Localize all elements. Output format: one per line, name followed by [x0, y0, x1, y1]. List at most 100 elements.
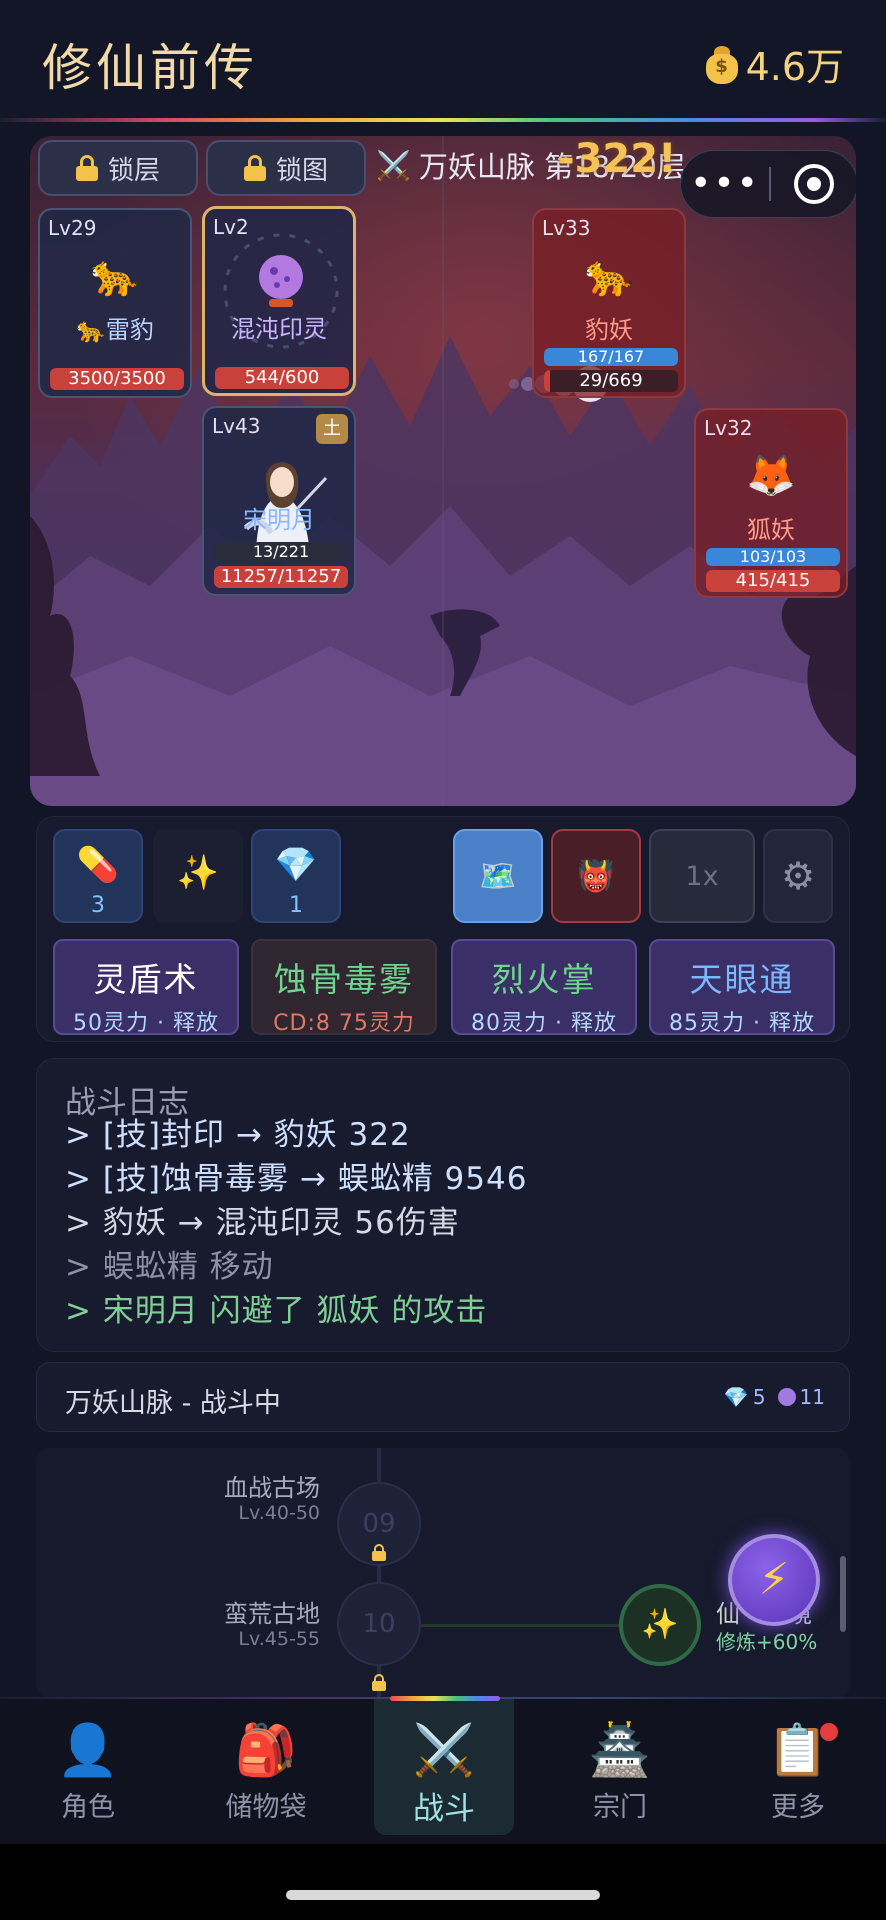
backpack-icon: 🎒	[234, 1721, 298, 1779]
unit-level: Lv32	[704, 416, 753, 440]
region-status: 万妖山脉 - 战斗中	[65, 1388, 281, 1419]
gem-count: 5	[752, 1385, 766, 1409]
hp-bar: 11257/11257	[214, 566, 348, 588]
unit-card-ally-selected[interactable]: Lv2 混沌印灵 544/600	[202, 206, 356, 396]
home-indicator[interactable]	[286, 1890, 600, 1900]
unit-name: 狐妖	[747, 516, 795, 544]
hp-bar: 3500/3500	[50, 368, 184, 390]
quick-action-button[interactable]: ⚡	[728, 1534, 820, 1626]
app-header: 修仙前传 $ 4.6万	[0, 0, 886, 118]
crossed-swords-icon: ⚔️	[376, 148, 411, 182]
cultivation-bonus: 修炼+60%	[716, 1630, 818, 1654]
unit-name: 豹妖	[585, 316, 633, 344]
item-count: 1	[289, 893, 303, 918]
node-name: 蛮荒古地	[224, 1600, 320, 1628]
lock-floor-label: 锁层	[107, 155, 160, 186]
crossed-swords-icon: ⚔️	[412, 1721, 476, 1779]
tab-label: 更多	[771, 1792, 825, 1823]
clipboard-icon: 📋	[766, 1721, 830, 1779]
region-status-bar: 万妖山脉 - 战斗中 💎 5 11	[36, 1362, 850, 1432]
close-miniprogram-button[interactable]	[771, 164, 856, 204]
battle-field: 锁层 锁图 ⚔️ 万妖山脉 第18/20层 -322! ••• Lv29 🐆 🐆…	[30, 136, 856, 806]
lock-floor-button[interactable]: 锁层	[38, 140, 198, 196]
skill-name: 灵盾术	[93, 960, 199, 999]
log-line: > 宋明月 闪避了 狐妖 的攻击	[65, 1293, 488, 1329]
map-button[interactable]: 🗺️	[453, 829, 543, 923]
unit-card-enemy[interactable]: Lv33 🐆 豹妖 167/167 29/669	[532, 208, 686, 398]
unit-card-enemy[interactable]: Lv32 🦊 狐妖 103/103 415/415	[694, 408, 848, 598]
skill-name: 天眼通	[689, 960, 795, 999]
more-menu-icon[interactable]: •••	[681, 166, 769, 202]
hp-bar: 415/415	[706, 570, 840, 592]
log-line: > [技]封印 → 豹妖 322	[65, 1117, 411, 1153]
demon-button[interactable]: 👹	[551, 829, 641, 923]
system-gesture-area	[0, 1844, 886, 1920]
side-realm-node[interactable]: ✨	[619, 1584, 701, 1666]
map-icon: 🗺️	[479, 858, 517, 894]
lock-map-button[interactable]: 锁图	[206, 140, 366, 196]
gem-item-button[interactable]: 💎 1	[251, 829, 341, 923]
skill-button-heaven-eye[interactable]: 天眼通 85灵力 · 释放	[649, 939, 835, 1036]
battle-log: 战斗日志 > [技]封印 → 豹妖 322 > [技]蚀骨毒雾 → 蜈蚣精 95…	[36, 1058, 850, 1352]
currency-display: $ 4.6万	[704, 36, 844, 91]
money-bag-icon: $	[704, 44, 740, 84]
skill-cooldown: CD:8 75灵力	[273, 1011, 415, 1036]
mp-bar: 103/103	[706, 548, 840, 566]
diamond-icon: 💎	[274, 845, 318, 885]
map-node[interactable]: 10	[337, 1582, 421, 1666]
skill-info: 85灵力 · 释放	[669, 1011, 815, 1036]
skill-name: 烈火掌	[491, 960, 597, 999]
tab-storage-bag[interactable]: 🎒 储物袋	[196, 1699, 336, 1835]
tab-label: 储物袋	[225, 1792, 307, 1823]
skill-button-spirit-shield[interactable]: 灵盾术 50灵力 · 释放	[53, 939, 239, 1036]
tab-battle[interactable]: ⚔️ 战斗	[374, 1699, 514, 1835]
log-line: > 豹妖 → 混沌印灵 56伤害	[65, 1205, 460, 1241]
tab-sect[interactable]: 🏯 宗门	[550, 1699, 690, 1835]
lock-map-label: 锁图	[275, 155, 328, 186]
unit-card-ally[interactable]: Lv29 🐆 🐆雷豹 3500/3500	[38, 208, 192, 398]
bottom-navigation: 👤 角色 🎒 储物袋 ⚔️ 战斗 🏯 宗门 📋 更多	[0, 1699, 886, 1844]
pill-item-button[interactable]: 💊 3	[53, 829, 143, 923]
settings-button[interactable]: ⚙	[763, 829, 833, 923]
active-tab-indicator	[390, 1696, 500, 1701]
fox-icon: 🦊	[746, 453, 796, 499]
skill-info: 50灵力 · 释放	[73, 1011, 219, 1036]
unit-name: 宋明月	[243, 506, 315, 534]
tab-more[interactable]: 📋 更多	[728, 1699, 868, 1835]
pill-icon: 💊	[76, 845, 120, 885]
sparkle-icon: ✨	[176, 853, 220, 893]
lightning-icon: ⚡	[758, 1554, 790, 1605]
diamond-icon: 💎	[723, 1385, 749, 1409]
scrollbar[interactable]	[840, 1556, 846, 1632]
leopard-icon: 🐆	[584, 253, 634, 299]
unit-name: 混沌印灵	[231, 315, 327, 343]
tab-label: 角色	[61, 1792, 115, 1823]
app-title: 修仙前传	[42, 39, 258, 97]
unit-card-hero[interactable]: Lv43 土 宋明月 13/221 11257/11257	[202, 406, 356, 596]
lock-icon	[372, 1544, 386, 1561]
skill-button-fire-palm[interactable]: 烈火掌 80灵力 · 释放	[451, 939, 637, 1036]
node-level-range: Lv.45-55	[238, 1628, 320, 1650]
hp-bar: 29/669	[544, 370, 678, 392]
hero-portrait	[243, 462, 328, 558]
mp-bar: 13/221	[214, 542, 348, 562]
tab-character[interactable]: 👤 角色	[18, 1699, 158, 1835]
castle-icon: 🏯	[588, 1721, 652, 1779]
sparkle-item-button[interactable]: ✨	[153, 829, 243, 923]
demon-mask-icon: 👹	[577, 858, 615, 894]
node-name: 血战古场	[224, 1474, 320, 1502]
hp-value: 29/669	[579, 370, 643, 391]
mp-bar: 167/167	[544, 348, 678, 366]
damage-number: -322!	[558, 136, 677, 182]
skill-button-bone-poison[interactable]: 蚀骨毒雾 CD:8 75灵力	[251, 939, 437, 1036]
unit-name: 🐆雷豹	[76, 316, 154, 344]
resource-counts: 💎 5 11	[724, 1385, 825, 1409]
tab-label: 战斗	[413, 1791, 475, 1827]
hp-bar: 544/600	[215, 367, 349, 389]
lock-icon	[372, 1674, 386, 1691]
speed-toggle-button[interactable]: 1x	[649, 829, 755, 923]
tab-label: 宗门	[593, 1792, 647, 1823]
leopard-icon: 🐆	[90, 253, 140, 299]
unit-level: Lv29	[48, 216, 97, 240]
person-icon: 👤	[56, 1721, 120, 1779]
